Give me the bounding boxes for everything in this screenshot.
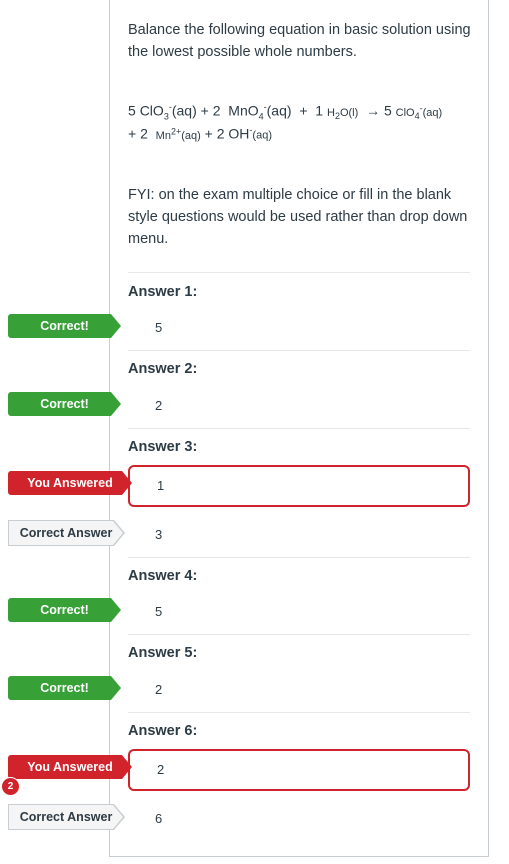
correct-flag: Correct! xyxy=(8,314,121,338)
correct-flag: Correct! xyxy=(8,392,121,416)
answer-2-value: 2 xyxy=(155,398,163,413)
divider xyxy=(128,350,470,351)
answer-6-heading: Answer 6: xyxy=(128,723,198,739)
you-answered-flag: You Answered xyxy=(8,471,132,495)
answer-6-your-answer: 2 xyxy=(128,749,470,791)
you-answered-flag: You Answered xyxy=(8,755,132,779)
correct-flag: Correct! xyxy=(8,598,121,622)
answer-1-heading: Answer 1: xyxy=(128,284,198,300)
answer-5-value: 2 xyxy=(155,682,163,697)
answer-3-your-value: 1 xyxy=(157,478,165,493)
answer-3-heading: Answer 3: xyxy=(128,439,198,455)
notification-badge: 2 xyxy=(1,777,20,796)
answer-1-value: 5 xyxy=(155,320,163,335)
correct-flag: Correct! xyxy=(8,676,121,700)
answer-4-value: 5 xyxy=(155,604,163,619)
question-prompt: Balance the following equation in basic … xyxy=(128,22,471,60)
correct-answer-flag: Correct Answer xyxy=(8,520,125,546)
correct-answer-flag: Correct Answer xyxy=(8,804,125,830)
divider xyxy=(128,712,470,713)
correct-answer-flag-label: Correct Answer xyxy=(9,521,123,545)
divider xyxy=(128,557,470,558)
answer-2-heading: Answer 2: xyxy=(128,361,198,377)
correct-answer-flag-label: Correct Answer xyxy=(9,805,123,829)
fyi-note: FYI: on the exam multiple choice or fill… xyxy=(128,187,468,247)
answer-6-correct-value: 6 xyxy=(155,811,163,826)
reaction-arrow: → xyxy=(366,102,381,119)
divider xyxy=(128,634,470,635)
answer-3-correct-value: 3 xyxy=(155,527,163,542)
answer-6-your-value: 2 xyxy=(157,762,165,777)
answer-5-heading: Answer 5: xyxy=(128,645,198,661)
divider xyxy=(128,272,470,273)
answer-3-your-answer: 1 xyxy=(128,465,470,507)
divider xyxy=(128,428,470,429)
answer-4-heading: Answer 4: xyxy=(128,568,198,584)
equation-line-2: + 2 Mn2+(aq) + 2 OH-(aq) xyxy=(128,125,272,142)
